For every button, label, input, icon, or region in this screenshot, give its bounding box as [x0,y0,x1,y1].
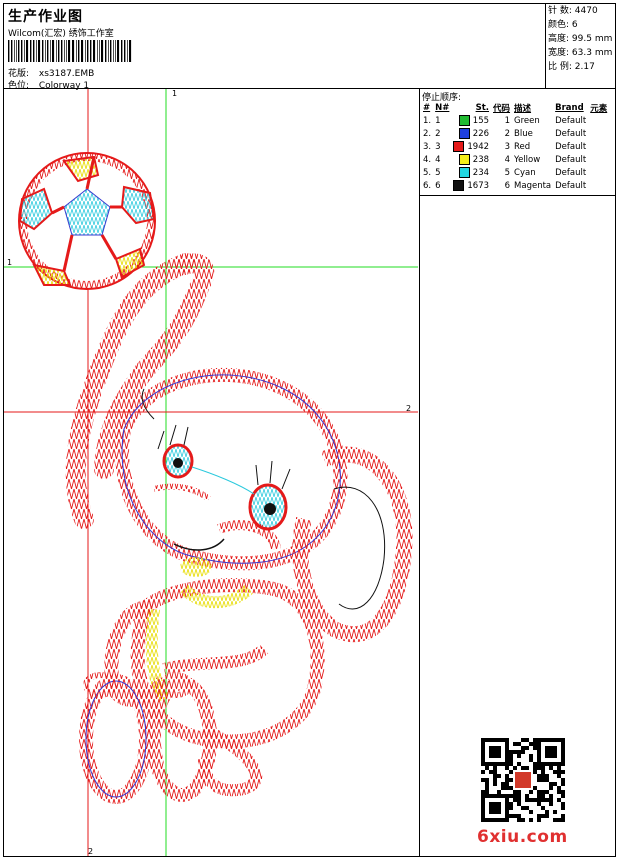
row-st: 1673 [451,179,491,192]
row-code: 4 [504,154,511,165]
row-brand: Default [555,115,587,126]
row-st: 155 [451,114,491,127]
page-title: 生产作业图 [8,9,83,25]
row-elem [588,140,609,153]
table-row: 6. 6 1673 6 Magenta Default [421,179,609,192]
row-n: 1 [435,115,441,126]
col-elem: 元素 [590,103,608,114]
row-elem [588,166,609,179]
stats-panel: 针 数: 4470 颜色: 6 高度: 99.5 mm 宽度: 63.3 mm … [545,4,615,88]
axis-label-h1: 1 [7,258,12,267]
row-hash: 2. [423,128,432,139]
row-brand: Default [555,141,587,152]
axis-label-h2: 2 [406,404,411,413]
row-st: 238 [451,153,491,166]
col-st: St. [475,102,490,113]
soccer-ball-icon [18,152,156,290]
elephant-icon [65,253,413,804]
col-code: 代码 [493,103,511,114]
stitch-count: 1942 [467,142,490,152]
row-desc: Red [514,141,531,152]
stitch-count: 238 [472,155,490,165]
table-header-row: # N# St. 代码 描述 Brand 元素 [421,101,609,114]
embroidery-design: 1 1 2 2 [4,89,418,856]
row-desc: Green [514,115,540,126]
row-hash: 6. [423,180,432,191]
row-elem [588,127,609,140]
row-elem [588,153,609,166]
row-hash: 3. [423,141,432,152]
table-row: 1. 1 155 1 Green Default [421,114,609,127]
color-swatch [458,128,470,139]
row-st: 1942 [451,140,491,153]
row-hash: 1. [423,115,432,126]
barcode-image [8,40,132,62]
table-row: 4. 4 238 4 Yellow Default [421,153,609,166]
row-code: 6 [504,180,511,191]
row-brand: Default [555,154,587,165]
row-desc: Blue [514,128,533,139]
row-brand: Default [555,180,587,191]
row-brand: Default [555,128,587,139]
panel-divider [419,88,420,857]
col-hash: # [423,102,431,113]
row-n: 5 [435,167,441,178]
company-name: Wilcom(汇宏) 绣饰工作室 [8,29,114,39]
stitch-count: 1673 [467,181,490,191]
row-st: 226 [451,127,491,140]
table-row: 3. 3 1942 3 Red Default [421,140,609,153]
row-n: 6 [435,180,441,191]
watermark-logo: 6xiu.com [477,827,568,847]
axis-label-v2: 2 [88,847,93,856]
row-code: 3 [504,141,511,152]
row-code: 5 [504,167,511,178]
stat-colors: 颜色: 6 [548,20,578,30]
stitch-count: 155 [472,116,490,126]
row-desc: Yellow [514,154,541,165]
row-n: 4 [435,154,441,165]
row-elem [588,179,609,192]
stop-sequence-table: # N# St. 代码 描述 Brand 元素 1. 1 155 1 Green Defa… [421,101,609,192]
stitch-count: 226 [472,129,490,139]
row-brand: Default [555,167,587,178]
row-desc: Cyan [514,167,536,178]
color-swatch [453,180,465,191]
row-hash: 5. [423,167,432,178]
col-n: N# [435,102,450,113]
stat-height: 高度: 99.5 mm [548,34,613,44]
header-info: 生产作业图 Wilcom(汇宏) 绣饰工作室 花版: xs3187.EMB 色位… [4,4,544,91]
color-swatch [458,154,470,165]
row-code: 1 [504,115,511,126]
row-desc: Magenta [514,180,552,191]
col-brand: Brand [555,102,584,113]
table-row: 5. 5 234 5 Cyan Default [421,166,609,179]
stat-scale: 比 例: 2.17 [548,62,595,72]
stat-width: 宽度: 63.3 mm [548,48,613,58]
row-n: 2 [435,128,441,139]
axis-label-v1: 1 [172,89,177,98]
col-desc: 描述 [514,103,532,114]
row-n: 3 [435,141,441,152]
stitch-count: 234 [472,168,490,178]
row-elem [588,114,609,127]
table-divider [420,195,616,196]
qr-code-image [481,738,565,822]
stop-sequence-panel: 停止顺序: # N# St. 代码 描述 Brand 元素 1. 1 155 1 Gre… [420,89,616,195]
row-hash: 4. [423,154,432,165]
color-swatch [458,115,470,126]
row-code: 2 [504,128,511,139]
row-st: 234 [451,166,491,179]
color-swatch [453,141,465,152]
stat-stitches: 针 数: 4470 [548,6,598,16]
color-swatch [458,167,470,178]
table-row: 2. 2 226 2 Blue Default [421,127,609,140]
